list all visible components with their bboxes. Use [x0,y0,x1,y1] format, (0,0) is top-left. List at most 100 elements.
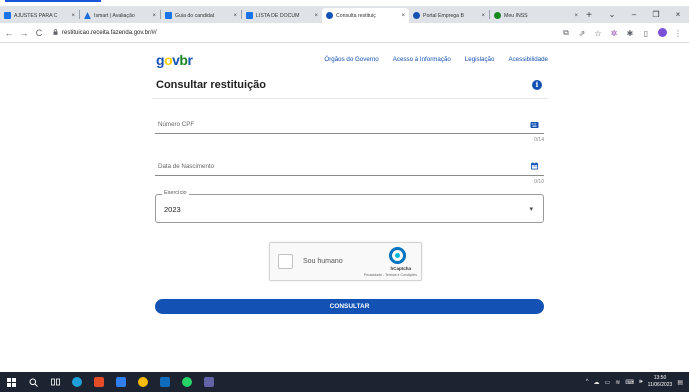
captcha-checkbox[interactable] [278,254,293,269]
cpf-label: Número CPF [158,121,195,128]
cpf-counter: 0/14 [534,137,544,143]
new-tab-button[interactable]: + [582,8,596,23]
gov-nav: Órgãos do Governo Acesso à Informação Le… [324,56,548,63]
whatsapp-icon[interactable] [176,372,198,392]
outlook-icon[interactable] [154,372,176,392]
hcaptcha-logo-icon [389,247,406,264]
install-app-icon[interactable]: ⧉ [561,28,571,38]
reload-button[interactable]: C [33,28,45,38]
hcaptcha-widget: Sou humano hCaptcha Privacidade - Termos… [269,242,422,281]
govbr-logo[interactable]: govbr [156,52,193,68]
start-button[interactable] [0,372,22,392]
extension-icon[interactable]: ✲ [609,29,619,38]
browser-tab[interactable]: Meu INSS × [490,8,582,23]
share-icon[interactable]: ⇗ [577,29,587,38]
notifications-icon[interactable]: ▤ [677,379,683,386]
docs-icon [4,12,11,19]
window-controls: ⌄ – ❐ × [601,6,689,23]
tray-chevron-icon[interactable]: ^ [586,379,589,385]
top-accent-line [5,0,101,4]
tab-title: Guia do candidat [175,12,215,19]
browser-tab[interactable]: LISTA DE DOCUM × [242,8,322,23]
maximize-button[interactable]: ❐ [645,10,667,19]
consultar-button[interactable]: CONSULTAR [155,299,544,314]
keyboard-layout-icon[interactable]: ⌨ [625,379,634,386]
exercise-value: 2023 [164,205,181,214]
extensions-puzzle-icon[interactable]: ✱ [625,29,635,38]
network-icon[interactable]: ☁ [594,379,600,386]
store-icon[interactable] [88,372,110,392]
captcha-brand: hCaptcha [390,266,411,271]
lock-icon[interactable] [53,28,58,37]
page-title: Consultar restituição [156,79,267,91]
browser-tab[interactable]: Portal Emprega B × [409,8,489,23]
birthdate-underline [155,175,544,176]
minimize-button[interactable]: – [623,10,645,19]
captcha-links[interactable]: Privacidade - Termos e Condições [364,273,417,277]
browser-tab-bar: AJUSTES PARA C × Ismart | Avaliação × Gu… [0,6,689,23]
search-icon[interactable] [22,372,44,392]
close-tab-icon[interactable]: × [152,13,156,19]
clock[interactable]: 13:50 11/06/2023 [648,375,673,389]
clock-time: 13:50 [653,375,667,381]
url-field[interactable]: restituicao.receita.fazenda.gov.br/#/ [53,28,157,37]
close-window-button[interactable]: × [667,10,689,19]
close-tab-icon[interactable]: × [481,13,485,19]
browser-tab[interactable]: AJUSTES PARA C × [0,8,79,23]
wifi-icon[interactable]: ≋ [615,379,620,386]
gov-header: govbr Órgãos do Governo Acesso à Informa… [152,49,548,71]
keyboard-icon[interactable] [530,121,539,129]
menu-icon[interactable]: ⋮ [673,29,683,38]
browser-tab[interactable]: Ismart | Avaliação × [80,8,160,23]
browser-tab-active[interactable]: Consulta restituiç × [322,8,409,23]
profile-avatar[interactable] [657,27,667,39]
tab-title: Portal Emprega B [423,12,464,19]
exercise-label: Exercício [162,190,189,196]
chevron-down-icon[interactable]: ▾ [529,205,533,213]
nav-link-legislacao[interactable]: Legislação [465,56,495,63]
side-panel-icon[interactable]: ▯ [641,29,651,38]
close-tab-icon[interactable]: × [401,13,405,19]
cpf-field[interactable]: Número CPF 0/14 [155,114,544,144]
birthdate-field[interactable]: Data de Nascimento 0/10 [155,156,544,186]
clock-date: 11/06/2023 [647,382,673,388]
gov-icon [326,12,333,19]
browser-tab[interactable]: Guia do candidat × [161,8,241,23]
birthdate-counter: 0/10 [534,179,544,185]
chrome-icon[interactable] [132,372,154,392]
gov-icon [413,12,420,19]
docs-icon [246,12,253,19]
inss-icon [494,12,501,19]
address-bar: ← → C restituicao.receita.fazenda.gov.br… [0,23,689,43]
nav-link-acessibilidade[interactable]: Acessibilidade [508,56,548,63]
url-text: restituicao.receita.fazenda.gov.br/#/ [62,29,157,36]
nav-link-acesso-informacao[interactable]: Acesso à Informação [393,56,451,63]
back-button[interactable]: ← [3,28,15,38]
cpf-underline [155,133,544,134]
calendar-icon[interactable] [530,162,539,170]
close-tab-icon[interactable]: × [574,13,578,19]
taskbar: ^ ☁ ▭ ≋ ⌨ 🕪 13:50 11/06/2023 ▤ [0,372,689,392]
nav-link-orgaos[interactable]: Órgãos do Governo [324,56,378,63]
tab-title: Meu INSS [504,12,528,19]
tab-search-icon[interactable]: ⌄ [601,10,623,19]
forward-button[interactable]: → [18,28,30,38]
close-tab-icon[interactable]: × [233,13,237,19]
docs-icon [165,12,172,19]
birthdate-label: Data de Nascimento [158,163,215,170]
volume-icon[interactable]: 🕪 [639,379,643,386]
bookmark-star-icon[interactable]: ☆ [593,29,603,38]
form-header: Consultar restituição i [152,77,548,99]
system-tray: ^ ☁ ▭ ≋ ⌨ 🕪 13:50 11/06/2023 ▤ [586,372,689,392]
close-tab-icon[interactable]: × [71,13,75,19]
teams-icon[interactable] [198,372,220,392]
app-icon[interactable] [110,372,132,392]
battery-icon[interactable]: ▭ [605,379,611,386]
info-icon[interactable]: i [532,80,542,90]
tab-title: LISTA DE DOCUM [256,12,300,19]
close-tab-icon[interactable]: × [314,13,318,19]
exercise-select[interactable]: Exercício 2023 ▾ [155,190,544,223]
tab-title: Ismart | Avaliação [94,12,135,19]
task-view-icon[interactable] [44,372,66,392]
edge-icon[interactable] [66,372,88,392]
